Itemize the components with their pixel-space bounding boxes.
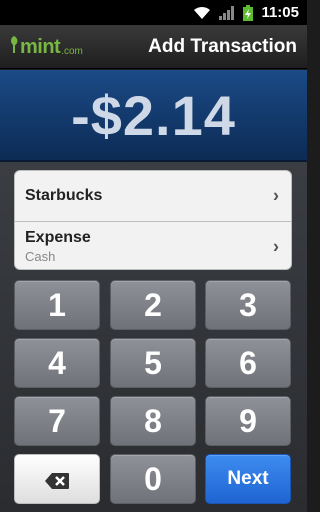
key-5[interactable]: 5 — [110, 338, 196, 388]
key-2[interactable]: 2 — [110, 280, 196, 330]
mint-logo: mint .com — [8, 34, 83, 59]
backspace-icon — [44, 461, 70, 498]
page-title: Add Transaction — [148, 35, 297, 57]
merchant-label: Starbucks — [25, 187, 103, 204]
payment-method-label: Cash — [25, 249, 56, 264]
brand-name: mint — [20, 36, 61, 58]
signal-icon — [219, 5, 235, 20]
wifi-icon — [193, 6, 211, 20]
key-4[interactable]: 4 — [14, 338, 100, 388]
amount-display: -$2.14 — [0, 70, 307, 162]
leaf-icon — [8, 34, 20, 59]
key-3[interactable]: 3 — [205, 280, 291, 330]
brand-suffix: .com — [61, 46, 83, 57]
status-bar: 11:05 — [0, 0, 307, 25]
key-0[interactable]: 0 — [110, 454, 196, 504]
next-button[interactable]: Next — [205, 454, 291, 504]
chevron-right-icon: › — [273, 185, 279, 206]
chevron-right-icon: › — [273, 236, 279, 256]
key-9[interactable]: 9 — [205, 396, 291, 446]
key-7[interactable]: 7 — [14, 396, 100, 446]
transaction-details: Starbucks › Expense Cash › — [14, 170, 292, 270]
merchant-row[interactable]: Starbucks › — [15, 171, 291, 221]
battery-charging-icon — [243, 4, 254, 21]
key-6[interactable]: 6 — [205, 338, 291, 388]
category-label: Expense — [25, 229, 91, 246]
category-row[interactable]: Expense Cash › — [15, 221, 291, 269]
key-8[interactable]: 8 — [110, 396, 196, 446]
app-header: mint .com Add Transaction — [0, 25, 307, 69]
clock: 11:05 — [261, 4, 299, 21]
key-1[interactable]: 1 — [14, 280, 100, 330]
backspace-button[interactable] — [14, 454, 100, 504]
